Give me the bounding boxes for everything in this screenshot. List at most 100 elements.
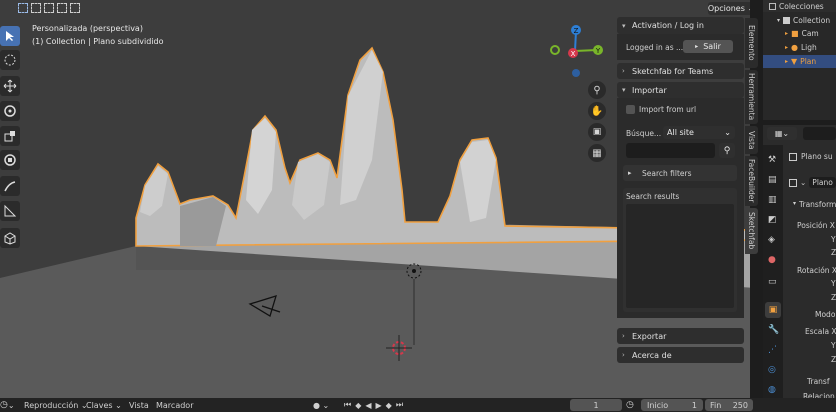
view-layer-tab-icon[interactable]: ◩ [768,215,777,225]
clock-icon[interactable]: ◷ [626,398,634,412]
search-results-list[interactable] [626,204,734,308]
view-menu[interactable]: Vista [129,398,149,412]
collection-tab-icon[interactable]: ▭ [768,277,777,287]
object-tab-icon[interactable]: ▣ [765,302,781,318]
chevron-right-icon: › [622,332,625,340]
play-reverse-icon[interactable]: ◀ [365,401,371,410]
camera-view-button[interactable]: ▣ [588,123,606,141]
chevron-down-icon: ⌄ [7,400,15,410]
select-tool[interactable] [0,26,20,46]
delta-transform-label[interactable]: Transf [807,377,829,386]
options-dropdown[interactable]: Opciones ⌄ [708,2,750,15]
physics-tab-icon[interactable]: ◎ [768,365,776,375]
end-frame-field[interactable]: Fin 250 [705,399,753,411]
transform-panel-header[interactable]: ▾ Transform [793,200,836,209]
acerca-title: Acerca de [632,350,672,360]
outliner-item-light[interactable]: ▸ ● Ligh [785,43,817,52]
import-url-row[interactable]: Import from url [626,105,696,114]
tab-herramienta[interactable]: Herramienta [745,70,758,124]
cursor-tool[interactable] [0,50,20,70]
acerca-panel-header[interactable]: › Acerca de [617,347,744,363]
transform-tool[interactable] [0,150,20,170]
object-name: Plano su [801,152,833,161]
teams-panel-header[interactable]: › Sketchfab for Teams [617,63,744,79]
outliner-root-row[interactable]: Colecciones [769,2,824,11]
search-scope-dropdown[interactable]: All site ⌄ [663,126,735,139]
pan-button[interactable]: ✋ [588,102,606,120]
jump-end-icon[interactable]: ⏭ [396,400,403,410]
select-intersect-icon[interactable] [70,3,80,13]
perspective-toggle-button[interactable]: ▦ [588,144,606,162]
rotate-tool[interactable] [0,101,20,121]
tab-facebuilder[interactable]: FaceBuilder [745,156,758,206]
keys-menu[interactable]: Claves ⌄ [86,398,122,412]
prev-keyframe-icon[interactable]: ◆ [355,401,361,410]
select-subtract-icon[interactable] [44,3,54,13]
properties-type-dropdown[interactable]: ▦ ⌄ [767,127,797,140]
logout-button[interactable]: ▸ Salir [683,40,733,53]
record-button[interactable]: ● ⌄ [313,398,329,412]
tab-elemento[interactable]: Elemento [745,18,758,68]
tab-vista[interactable]: Vista [745,126,758,154]
activation-panel-header[interactable]: ▾ Activation / Log in [617,17,744,34]
chevron-down-icon: ⌄ [800,178,807,187]
scale-y-label: Y [831,341,836,350]
zoom-button[interactable]: ⚲ [588,81,606,99]
search-label: Búsque... [626,129,662,138]
select-box-icon[interactable] [18,3,28,13]
importar-panel-header[interactable]: ▾ Importar [617,82,744,98]
search-scope-value: All site [667,128,694,137]
tab-sketchfab[interactable]: Sketchfab [745,208,758,254]
world-tab-icon[interactable]: ● [768,255,776,265]
record-icon: ● [313,400,320,410]
outliner-item-camera[interactable]: ▸ ■ Cam [785,29,819,38]
render-tab-icon[interactable]: ▤ [768,175,777,185]
start-frame-label: Inicio [647,400,669,410]
search-button[interactable]: ⚲ [719,143,735,158]
outliner-collection-label: Collection [793,16,831,25]
search-input[interactable] [626,143,715,158]
outliner-collection-row[interactable]: ▾ Collection [777,16,830,25]
import-url-label: Import from url [639,105,697,114]
add-cube-tool[interactable] [0,228,20,248]
search-icon: ⚲ [723,145,731,156]
properties-search-input[interactable] [803,127,836,140]
scene-tab-icon[interactable]: ◈ [768,235,775,245]
tab-sketchfab-label: Sketchfab [747,212,756,250]
measure-tool[interactable] [0,201,20,221]
playback-menu[interactable]: Reproducción ⌄ [24,398,88,412]
playback-controls[interactable]: ⏮ ◆ ◀ ▶ ◆ ⏭ [344,398,403,412]
outliner-item-plane[interactable]: ▸ ▼ Plan [785,57,816,66]
current-frame-field[interactable]: 1 [570,399,622,411]
search-filters-subpanel[interactable]: ▸ Search filters [623,165,737,181]
modifier-tab-icon[interactable]: 🔧 [768,325,779,335]
import-url-checkbox[interactable] [626,105,635,114]
jump-start-icon[interactable]: ⏮ [344,400,351,410]
axis-gizmo[interactable]: Z Y X [548,24,610,80]
chevron-down-icon: ⌄ [782,129,790,138]
select-extend-icon[interactable] [31,3,41,13]
object-field-row[interactable]: ⌄ Plano [789,177,836,188]
exportar-panel-header[interactable]: › Exportar [617,328,744,344]
start-frame-field[interactable]: Inicio 1 [641,399,703,411]
constraints-tab-icon[interactable]: ◍ [768,385,776,395]
output-tab-icon[interactable]: ▥ [768,195,777,205]
scale-tool[interactable] [0,126,20,146]
location-z-label: Z [831,248,836,257]
play-icon[interactable]: ▶ [376,401,382,410]
properties-tabs: ⚒ ▤ ▥ ◩ ◈ ● ▭ ▣ 🔧 ⋰ ◎ ◍ [763,145,783,398]
move-tool[interactable] [0,76,20,96]
select-mode-icons[interactable] [18,3,80,13]
logout-icon: ▸ [695,43,699,50]
object-field: Plano [809,177,836,188]
outliner-item-label: Plan [800,57,817,66]
marker-label: Marcador [156,400,194,410]
marker-menu[interactable]: Marcador [156,398,193,412]
tool-tab-icon[interactable]: ⚒ [768,155,776,165]
object-name-row[interactable]: Plano su [789,152,833,161]
timeline-editor-icon[interactable]: ◷ ⌄ [0,398,15,412]
particles-tab-icon[interactable]: ⋰ [768,345,777,355]
annotate-tool[interactable] [0,176,20,196]
select-invert-icon[interactable] [57,3,67,13]
next-keyframe-icon[interactable]: ◆ [386,401,392,410]
